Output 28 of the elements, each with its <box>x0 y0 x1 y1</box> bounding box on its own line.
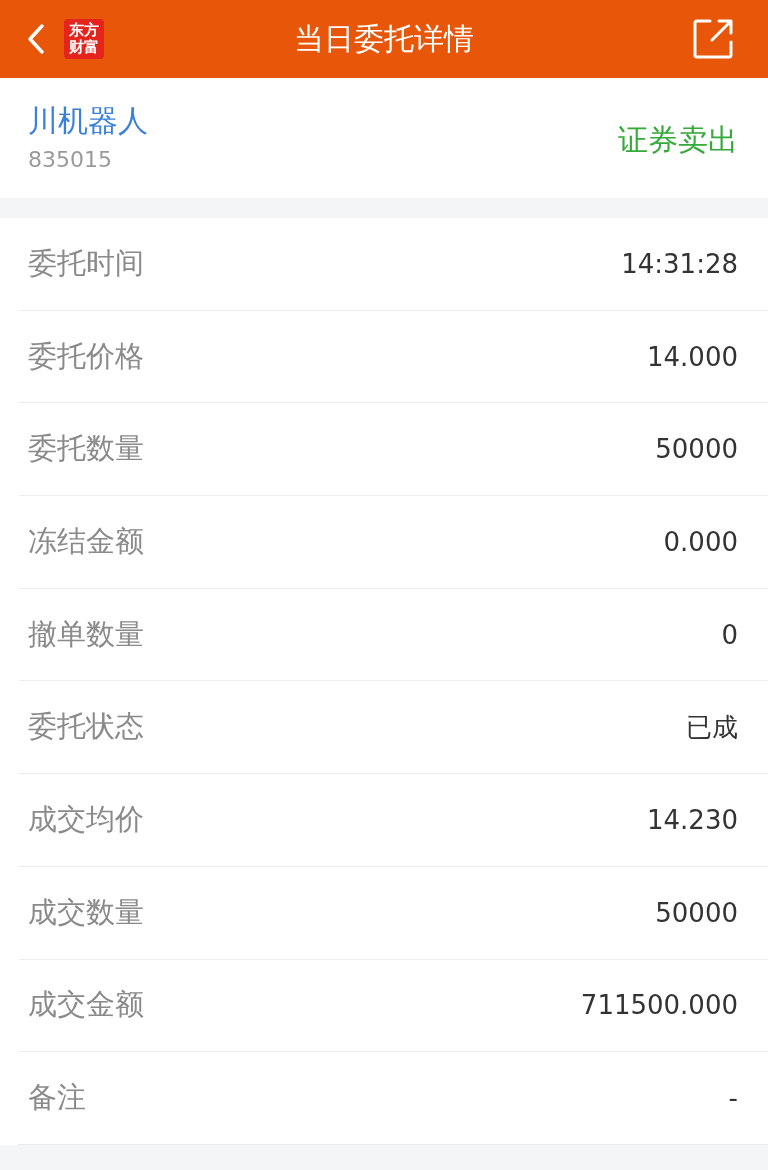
detail-label: 委托价格 <box>28 337 144 375</box>
share-button[interactable] <box>692 18 734 60</box>
detail-label: 委托数量 <box>28 430 144 468</box>
stock-code: 835015 <box>28 147 113 173</box>
detail-value: 711500.000 <box>580 990 738 1021</box>
page-title: 当日委托详情 <box>294 19 474 58</box>
detail-label: 冻结金额 <box>28 522 144 560</box>
detail-value: 50000 <box>655 434 738 465</box>
detail-value: 已成 <box>686 710 738 744</box>
detail-value: - <box>728 1083 738 1114</box>
detail-value: 14.000 <box>647 341 738 372</box>
detail-label: 成交均价 <box>28 800 144 838</box>
share-icon <box>692 18 734 60</box>
detail-label: 备注 <box>28 1079 86 1117</box>
detail-value: 14:31:28 <box>621 248 738 279</box>
app-logo: 东方 财富 <box>64 19 104 59</box>
detail-value: 0 <box>721 619 738 650</box>
order-type: 证券卖出 <box>618 120 738 159</box>
stock-name: 川机器人 <box>28 103 148 139</box>
back-chevron-icon <box>26 23 46 55</box>
detail-value: 14.230 <box>647 804 738 835</box>
detail-label: 成交数量 <box>28 893 144 931</box>
detail-value: 50000 <box>655 897 738 928</box>
detail-label: 成交金额 <box>28 986 144 1024</box>
detail-value: 0.000 <box>663 526 738 557</box>
detail-label: 撤单数量 <box>28 615 144 653</box>
detail-label: 委托时间 <box>28 244 144 282</box>
detail-label: 委托状态 <box>28 708 144 746</box>
